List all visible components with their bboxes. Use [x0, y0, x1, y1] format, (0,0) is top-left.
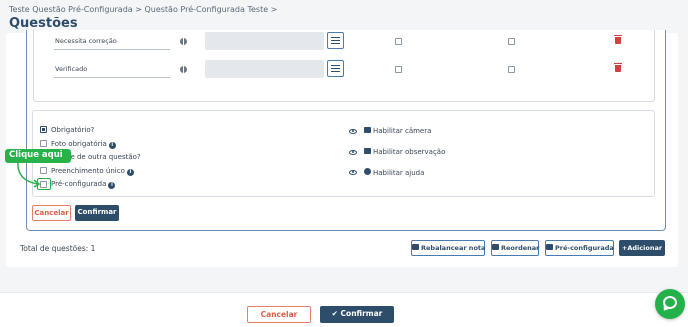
- habilitar-ajuda-label: Habilitar ajuda: [373, 169, 425, 177]
- trash-icon[interactable]: [614, 63, 622, 72]
- habilitar-observacao-label: Habilitar observação: [373, 148, 446, 156]
- rebalance-button[interactable]: Rebalancear nota: [411, 240, 485, 256]
- list-options-button[interactable]: [327, 60, 344, 77]
- preenchimento-unico-label: Preenchimento único: [51, 167, 125, 175]
- footer-confirm-button[interactable]: ✔ Confirmar: [320, 306, 394, 323]
- eye-icon[interactable]: [349, 170, 357, 175]
- highlight-box: [37, 178, 51, 190]
- depende-label: de de outra questão?: [66, 153, 141, 161]
- field-row: Necessita correção: [34, 32, 654, 52]
- habilitar-observacao-option[interactable]: Habilitar observação: [364, 148, 445, 156]
- obrigatorio-checkbox[interactable]: [40, 126, 47, 133]
- eye-icon[interactable]: [349, 150, 357, 155]
- field-value-input: [205, 32, 324, 50]
- fields-table: Necessita correção Verificado: [33, 30, 655, 102]
- page: Teste Questão Pré-Configurada > Questão …: [0, 0, 688, 327]
- editor-confirm-button[interactable]: Confirmar: [75, 205, 119, 221]
- field-row: Verificado: [34, 60, 654, 80]
- habilitar-camera-option[interactable]: Habilitar câmera: [364, 127, 431, 135]
- foto-obrigatoria-checkbox[interactable]: [40, 140, 47, 147]
- field-checkbox[interactable]: [395, 66, 402, 73]
- check-icon: ✔: [331, 309, 341, 318]
- editor-cancel-button[interactable]: Cancelar: [32, 205, 71, 221]
- foto-obrigatoria-label: Foto obrigatória: [51, 140, 107, 148]
- foto-obrigatoria-option: Foto obrigatória i: [51, 140, 116, 149]
- eye-icon[interactable]: [349, 129, 357, 134]
- trash-icon[interactable]: [614, 35, 622, 44]
- chat-button[interactable]: [655, 289, 685, 319]
- habilitar-camera-label: Habilitar câmera: [373, 127, 432, 135]
- info-icon[interactable]: i: [126, 169, 134, 176]
- add-label: Adicionar: [627, 244, 663, 252]
- footer-cancel-button[interactable]: Cancelar: [247, 306, 311, 323]
- list-options-button[interactable]: [327, 32, 344, 49]
- camera-icon: [364, 127, 371, 133]
- footer-confirm-label: Confirmar: [340, 309, 383, 318]
- page-title: Questões: [9, 16, 78, 31]
- add-button[interactable]: +Adicionar: [619, 240, 665, 256]
- note-icon: [364, 148, 371, 154]
- breadcrumb[interactable]: Teste Questão Pré-Configurada > Questão …: [9, 5, 277, 14]
- total-questions: Total de questões: 1: [20, 244, 96, 253]
- sort-icon: [492, 244, 499, 250]
- field-name-input[interactable]: Verificado: [54, 60, 170, 78]
- obrigatorio-label: Obrigatório?: [51, 126, 95, 134]
- info-icon[interactable]: i: [108, 142, 116, 149]
- field-checkbox[interactable]: [508, 38, 515, 45]
- scale-icon: [412, 244, 419, 250]
- pre-configurada-label: Pré-configurada: [51, 180, 107, 188]
- preconfig-button[interactable]: Pré-configurada: [545, 240, 614, 256]
- field-name-input[interactable]: Necessita correção: [54, 32, 170, 50]
- field-checkbox[interactable]: [395, 38, 402, 45]
- habilitar-ajuda-option[interactable]: Habilitar ajuda: [364, 168, 424, 177]
- field-checkbox[interactable]: [508, 66, 515, 73]
- preconfig-label: Pré-configurada: [555, 244, 614, 252]
- globe-icon[interactable]: [180, 38, 187, 45]
- pre-configurada-option: Pré-configurada i: [51, 180, 116, 189]
- reorder-label: Reordenar: [501, 244, 540, 252]
- globe-icon[interactable]: [180, 66, 187, 73]
- callout-label: Clique aqui: [5, 149, 71, 163]
- help-icon: [364, 168, 371, 175]
- reorder-button[interactable]: Reordenar: [491, 240, 539, 256]
- preenchimento-unico-option: Preenchimento único i: [51, 167, 134, 176]
- info-icon[interactable]: i: [108, 182, 116, 189]
- list-icon: [546, 244, 553, 250]
- rebalance-label: Rebalancear nota: [421, 244, 486, 252]
- field-value-input: [205, 60, 324, 78]
